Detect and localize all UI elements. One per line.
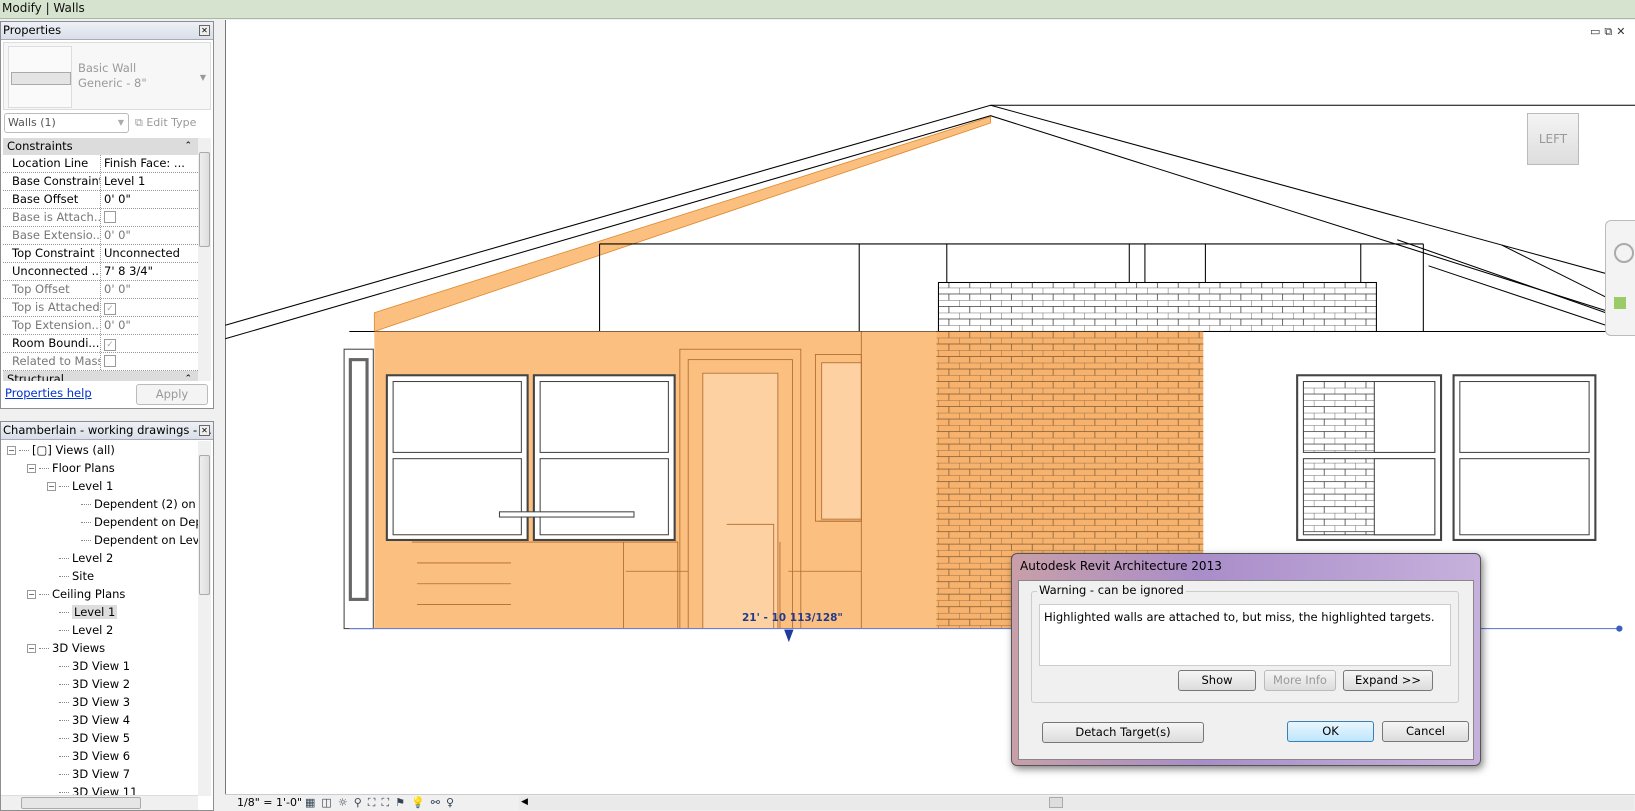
crop-view-icon[interactable]: ⛶ [368, 796, 382, 809]
show-crop-icon[interactable]: ⛶ [381, 796, 395, 809]
canvas-hscrollbar[interactable]: ◀ [519, 796, 1634, 810]
visual-style-icon[interactable]: ◫ [321, 796, 337, 809]
highlight-icon[interactable]: ♀ [446, 796, 460, 809]
sun-path-icon[interactable]: ☼ [338, 796, 354, 809]
reveal-hidden-icon[interactable]: 💡 [411, 796, 431, 809]
upper-wall-lines [349, 243, 1635, 333]
shadows-icon[interactable]: ⚲ [354, 796, 368, 809]
expand-button[interactable]: Expand >> [1343, 670, 1433, 691]
view-scale[interactable]: 1/8" = 1'-0" [237, 795, 302, 811]
dimension-grip-icon [784, 629, 794, 643]
close-icon[interactable]: ✕ [1616, 25, 1629, 38]
level-endpoint [1616, 625, 1623, 632]
warning-message: Highlighted walls are attached to, but m… [1039, 604, 1451, 666]
highlighted-gable-wall [373, 116, 992, 333]
cancel-button[interactable]: Cancel [1382, 721, 1469, 742]
detach-targets-button[interactable]: Detach Target(s) [1042, 722, 1204, 743]
analytical-icon[interactable]: ⚯ [431, 796, 446, 809]
warning-severity-label: Warning - can be ignored [1037, 583, 1186, 597]
viewcube[interactable]: LEFT [1527, 113, 1579, 165]
navigation-bar[interactable] [1605, 220, 1635, 336]
steering-wheel-icon[interactable] [1614, 243, 1634, 263]
minimize-icon[interactable]: ▭ [1590, 25, 1604, 38]
detail-level-icon[interactable]: ▦ [305, 796, 321, 809]
ok-button[interactable]: OK [1287, 721, 1374, 742]
view-window-controls[interactable]: ▭⧉✕ [1590, 25, 1629, 39]
restore-icon[interactable]: ⧉ [1604, 25, 1616, 38]
show-button[interactable]: Show [1178, 670, 1256, 691]
warning-dialog: Autodesk Revit Architecture 2013 Warning… [1011, 553, 1481, 766]
scroll-left-icon[interactable]: ◀ [521, 794, 528, 810]
temporary-dimension[interactable]: 21' - 10 113/128" [742, 612, 843, 624]
temp-hide-icon[interactable]: ⚑ [395, 796, 411, 809]
message-text: Highlighted walls are attached to, but m… [1044, 610, 1435, 624]
view-control-bar: 1/8" = 1'-0" ▦◫☼⚲⛶⛶⚑💡⚯♀ ◀ [225, 794, 1635, 811]
more-info-button[interactable]: More Info [1264, 670, 1336, 691]
viewcube-face-label: LEFT [1538, 132, 1568, 146]
dialog-title: Autodesk Revit Architecture 2013 [1020, 559, 1222, 573]
zoom-icon[interactable] [1614, 297, 1626, 309]
